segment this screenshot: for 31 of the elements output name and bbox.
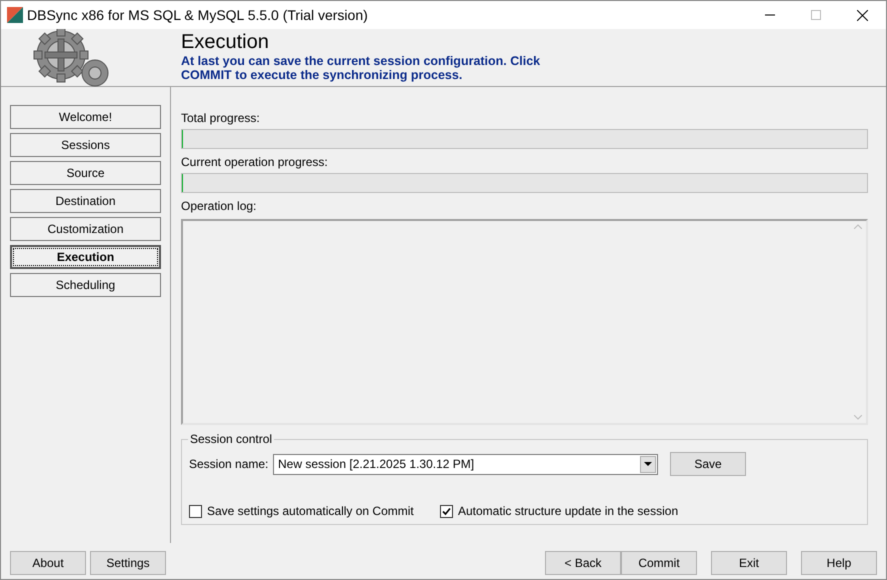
session-name-label: Session name: [189,456,270,473]
progress-label: Total progress: [181,111,261,125]
progress-label: Current operation progress: [181,155,329,169]
footer-button[interactable]: Exit [711,551,787,575]
log-label: Operation log: [181,199,258,213]
footer-button[interactable]: Help [801,551,877,575]
footer-button[interactable]: Settings [90,551,166,575]
checkmark-icon [442,506,451,516]
session-name-dropdown[interactable]: New session [2.21.2025 1.30.12 PM] [273,454,658,474]
window-title: DBSync x86 for MS SQL & MySQL 5.5.0 (Trial version) [27,6,369,25]
dropdown-arrow-icon [644,462,652,466]
checkbox[interactable] [189,504,202,518]
page-title: Execution [181,30,270,54]
footer-button[interactable]: About [10,551,86,575]
nav-button[interactable]: Destination [10,189,161,213]
nav-button[interactable]: Scheduling [10,273,161,297]
app-icon [7,7,23,23]
group-title: Session control [188,432,274,446]
close-icon[interactable] [857,10,868,20]
checkbox[interactable] [440,504,453,518]
page-description: At last you can save the current session configuration. Click COMMIT to execute the synchronizing process. [181,54,542,82]
checkbox-label: Automatic structure update in the session [458,503,678,520]
nav-button[interactable]: Source [10,161,161,185]
nav-button[interactable]: Welcome! [10,105,161,129]
nav-button[interactable]: Execution [10,245,161,269]
nav-button[interactable]: Customization [10,217,161,241]
save-button[interactable]: Save [670,452,746,476]
nav-button[interactable]: Sessions [10,133,161,157]
footer-button[interactable]: Commit [621,551,697,575]
checkbox-label: Save settings automatically on Commit [207,503,414,520]
footer-button[interactable]: < Back [545,551,621,575]
